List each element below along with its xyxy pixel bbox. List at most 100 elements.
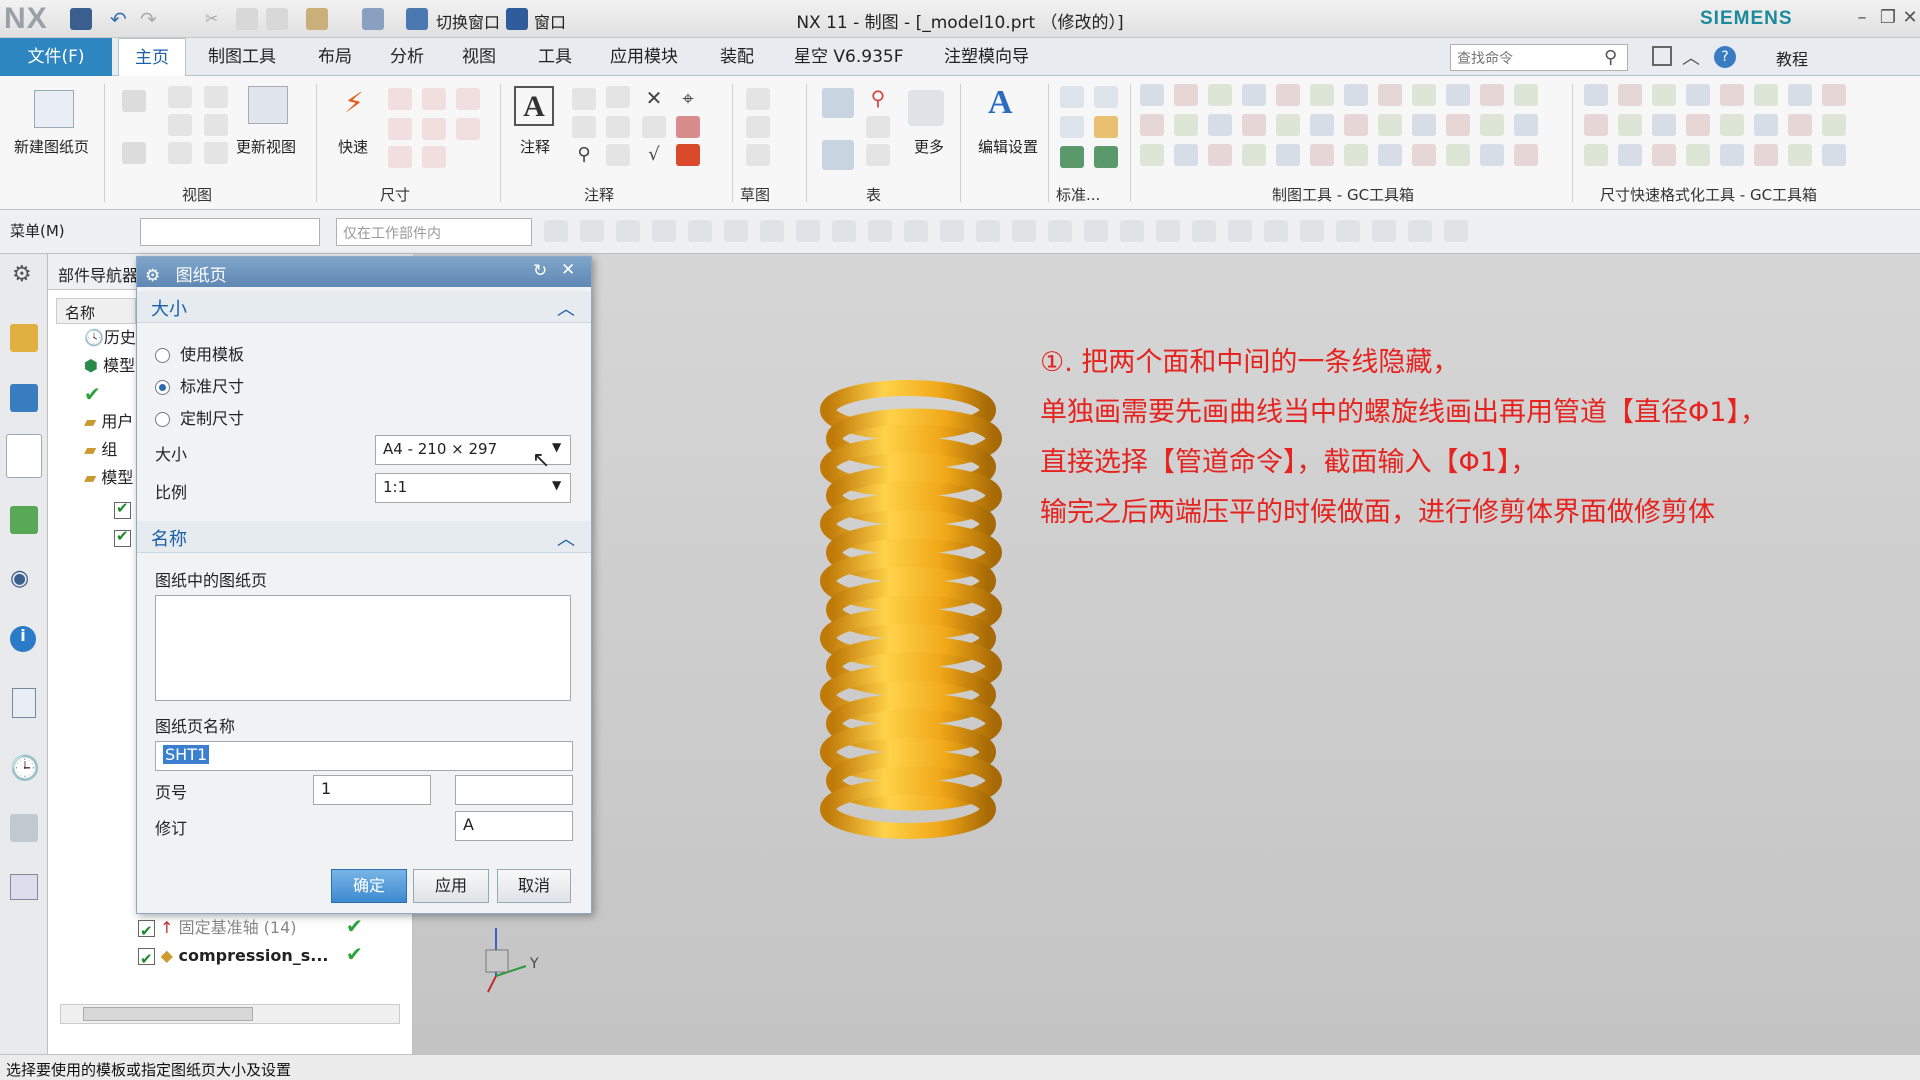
snap-tool-icon[interactable] xyxy=(1372,220,1396,242)
tree-row-groups[interactable]: ▰ 组 xyxy=(84,436,117,464)
snap-tool-icon[interactable] xyxy=(940,220,964,242)
snap-tool-icon[interactable] xyxy=(1408,220,1432,242)
section-view-icon[interactable] xyxy=(168,114,192,136)
constraint-navigator-icon[interactable] xyxy=(10,384,38,412)
detail-view-icon[interactable] xyxy=(204,86,228,108)
gc-tool-icon[interactable] xyxy=(1412,114,1436,136)
gc-tool-icon[interactable] xyxy=(1788,144,1812,166)
gc-tool-icon[interactable] xyxy=(1276,144,1300,166)
standard-6-icon[interactable] xyxy=(1094,146,1118,168)
option-standard-size[interactable]: 标准尺寸 xyxy=(155,373,244,397)
size-section-header[interactable]: 大小 ︿ xyxy=(137,291,591,323)
ok-button[interactable]: 确定 xyxy=(331,869,407,903)
snap-tool-icon[interactable] xyxy=(724,220,748,242)
snap-tool-icon[interactable] xyxy=(796,220,820,242)
gc-tool-icon[interactable] xyxy=(1140,84,1164,106)
tab-xingkong[interactable]: 星空 V6.935F xyxy=(778,38,919,76)
centerline-icon[interactable] xyxy=(642,116,666,138)
tree-row-cameras[interactable]: ✔ xyxy=(84,380,101,408)
snap-tool-icon[interactable] xyxy=(868,220,892,242)
snap-tool-icon[interactable] xyxy=(1156,220,1180,242)
more-button[interactable]: 更多 xyxy=(914,136,944,157)
gc-tool-icon[interactable] xyxy=(1208,144,1232,166)
gc-tool-icon[interactable] xyxy=(1242,114,1266,136)
tab-analysis[interactable]: 分析 xyxy=(374,38,440,76)
close-icon[interactable]: ✕ xyxy=(1898,6,1920,30)
gear-icon[interactable]: ⚙ xyxy=(12,262,32,287)
snap-tool-icon[interactable] xyxy=(1228,220,1252,242)
revision-input[interactable]: A xyxy=(455,811,573,841)
thickness-dimension-icon[interactable] xyxy=(422,118,446,140)
sketch-line-icon[interactable] xyxy=(746,144,770,166)
gc-tool-icon[interactable] xyxy=(1412,84,1436,106)
more-icon[interactable] xyxy=(908,90,944,126)
snap-tool-icon[interactable] xyxy=(616,220,640,242)
gc-tool-icon[interactable] xyxy=(1822,114,1846,136)
new-sheet-button[interactable]: 新建图纸页 xyxy=(14,136,89,157)
search-icon[interactable]: ⚲ xyxy=(1604,47,1617,68)
file-menu-button[interactable]: 文件(F) xyxy=(0,38,112,76)
option-use-template[interactable]: 使用模板 xyxy=(155,341,244,365)
gc-tool-icon[interactable] xyxy=(1754,114,1778,136)
gc-tool-icon[interactable] xyxy=(1788,84,1812,106)
scrollbar-thumb[interactable] xyxy=(83,1007,253,1021)
gc-tool-icon[interactable] xyxy=(1720,114,1744,136)
radio-use-template[interactable] xyxy=(155,348,170,363)
gc-tool-icon[interactable] xyxy=(1242,144,1266,166)
tree-row-model-views[interactable]: ⬢ 模型 xyxy=(84,352,135,380)
gc-tool-icon[interactable] xyxy=(1208,84,1232,106)
gc-tool-icon[interactable] xyxy=(1618,84,1642,106)
assembly-navigator-icon[interactable] xyxy=(10,324,38,352)
perimeter-icon[interactable] xyxy=(422,146,446,168)
gc-tool-icon[interactable] xyxy=(1140,114,1164,136)
part-navigator-icon[interactable] xyxy=(6,434,42,478)
gc-tool-icon[interactable] xyxy=(1480,84,1504,106)
process-studio-icon[interactable] xyxy=(10,814,38,842)
sheet-name-input[interactable]: SHT1 xyxy=(155,741,573,771)
tab-home[interactable]: 主页 xyxy=(118,38,186,76)
snap-tool-icon[interactable] xyxy=(1048,220,1072,242)
tab-mold-wizard[interactable]: 注塑模向导 xyxy=(928,38,1045,76)
gc-tool-icon[interactable] xyxy=(1822,84,1846,106)
cross-icon[interactable]: ✕ xyxy=(642,86,666,110)
edit-settings-button[interactable]: 编辑设置 xyxy=(978,136,1038,157)
gear-icon[interactable]: ⚙ xyxy=(145,266,160,286)
parts-list-icon[interactable] xyxy=(822,140,854,170)
gc-tool-icon[interactable] xyxy=(1652,84,1676,106)
gc-tool-icon[interactable] xyxy=(1276,84,1300,106)
gc-tool-icon[interactable] xyxy=(1344,144,1368,166)
gc-tool-icon[interactable] xyxy=(1754,144,1778,166)
update-views-button[interactable]: 更新视图 xyxy=(236,136,296,157)
view-creation-icon[interactable] xyxy=(122,142,146,164)
tree-row-history[interactable]: 🕓历史 xyxy=(84,324,136,352)
layout-icon[interactable] xyxy=(1652,46,1672,66)
hatch-icon[interactable] xyxy=(676,116,700,138)
standard-3-icon[interactable] xyxy=(1060,116,1084,138)
snap-tool-icon[interactable] xyxy=(1120,220,1144,242)
gc-tool-icon[interactable] xyxy=(1378,144,1402,166)
scope-select[interactable]: 仅在工作部件内 xyxy=(336,218,532,246)
gc-tool-icon[interactable] xyxy=(1720,84,1744,106)
view-boundary-icon[interactable] xyxy=(204,142,228,164)
sketch-rect-icon[interactable] xyxy=(746,116,770,138)
gc-tool-icon[interactable] xyxy=(1686,114,1710,136)
tab-application[interactable]: 应用模块 xyxy=(594,38,694,76)
page-number-input[interactable]: 1 xyxy=(313,775,431,805)
break-view-icon[interactable] xyxy=(204,114,228,136)
gc-tool-icon[interactable] xyxy=(1276,114,1300,136)
ordinate-dimension-icon[interactable] xyxy=(456,118,480,140)
note-button[interactable]: 注释 xyxy=(520,136,550,157)
chevron-up-icon[interactable]: ︿ xyxy=(1682,44,1700,70)
standard-5-icon[interactable] xyxy=(1060,146,1084,168)
note-icon[interactable]: A xyxy=(514,86,554,126)
gc-tool-icon[interactable] xyxy=(1174,144,1198,166)
reuse-library-icon[interactable] xyxy=(10,506,38,534)
snap-tool-icon[interactable] xyxy=(1192,220,1216,242)
gc-tool-icon[interactable] xyxy=(1514,114,1538,136)
hd3d-icon[interactable]: ◉ xyxy=(10,566,29,591)
tree-row-user-expressions[interactable]: ▰ 用户 xyxy=(84,408,133,436)
update-views-icon[interactable] xyxy=(248,86,288,124)
standard-1-icon[interactable] xyxy=(1060,86,1084,108)
radial-dimension-icon[interactable] xyxy=(422,88,446,110)
tab-assembly[interactable]: 装配 xyxy=(704,38,770,76)
